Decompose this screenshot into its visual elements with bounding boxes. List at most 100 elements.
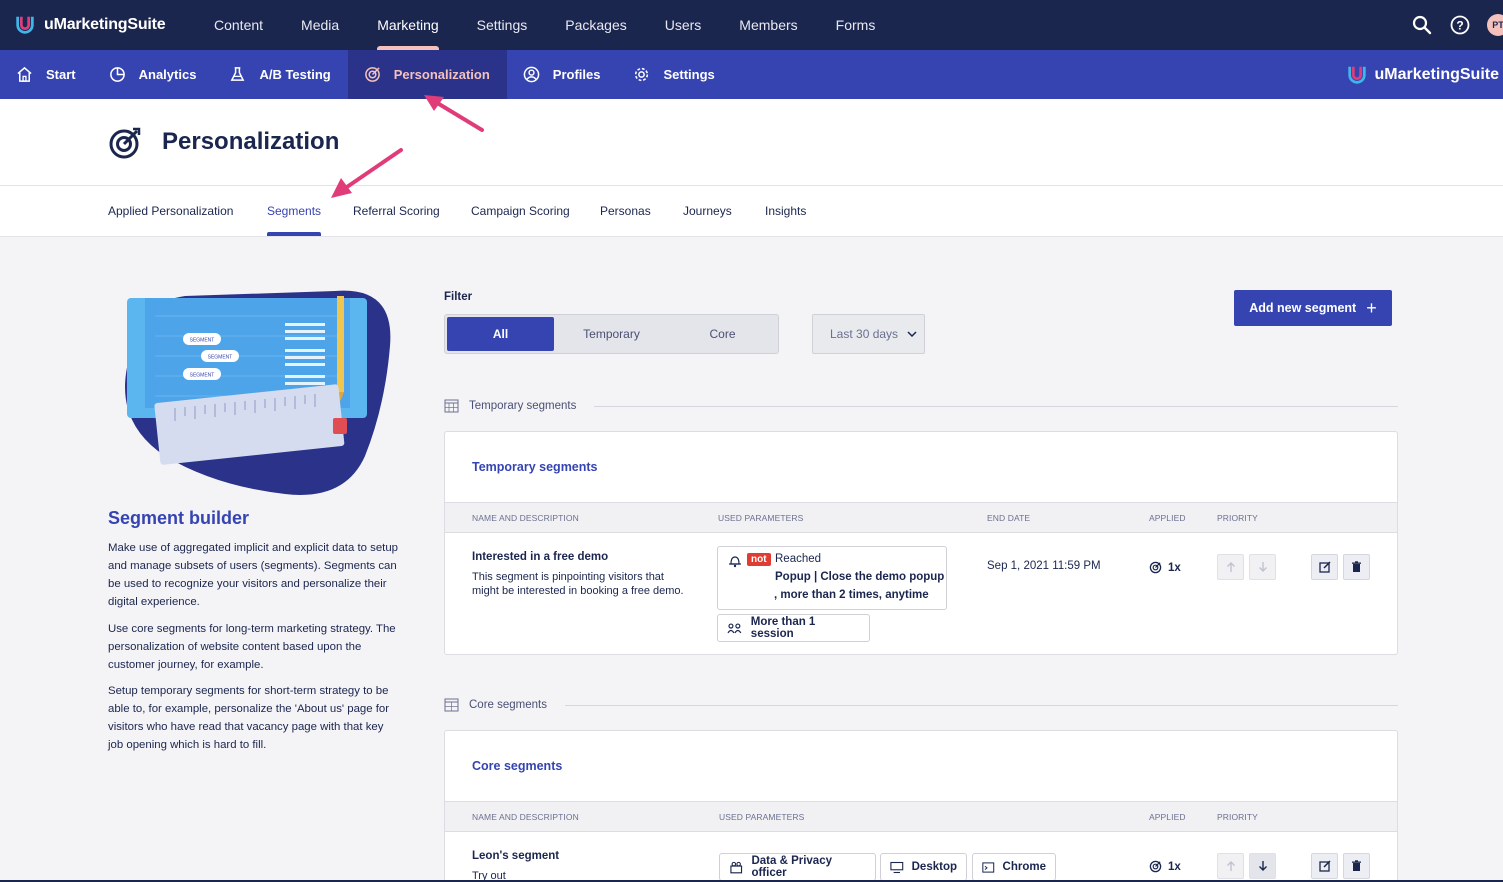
date-range-value: Last 30 days (830, 327, 899, 341)
table-header: NAME AND DESCRIPTION USED PARAMETERS APP… (445, 801, 1397, 832)
param-reached: Reached (775, 553, 822, 565)
browser-icon (982, 861, 995, 873)
parameter-chip-persona: Data & Privacy officer (719, 853, 876, 881)
illus-segment-label: SEGMENT (190, 338, 215, 344)
subnav-start[interactable]: Start (0, 50, 93, 99)
sessions-icon (727, 622, 742, 633)
param-chip-label: Desktop (911, 861, 957, 873)
tab-journeys[interactable]: Journeys (683, 204, 732, 218)
profile-icon (523, 66, 540, 83)
popup-bell-icon (729, 556, 741, 568)
illus-segment-label: SEGMENT (190, 373, 215, 379)
calendar-grid-icon (444, 698, 459, 712)
search-icon[interactable] (1411, 14, 1433, 36)
param-popup: Popup | Close the demo popup (775, 571, 945, 583)
priority-down-button[interactable] (1249, 853, 1276, 879)
priority-down-button[interactable] (1249, 554, 1276, 580)
brand-name: uMarketingSuite (44, 16, 166, 33)
umarketingsuite-logo-icon (1347, 66, 1366, 84)
topnav-media[interactable]: Media (282, 0, 358, 50)
divider-line (564, 704, 1398, 706)
tab-referral-scoring[interactable]: Referral Scoring (353, 204, 440, 218)
topnav-marketing[interactable]: Marketing (358, 0, 457, 50)
plus-icon: + (1366, 297, 1377, 318)
filter-temporary-button[interactable]: Temporary (554, 317, 669, 351)
subnav-analytics-label: Analytics (138, 67, 197, 82)
segment-builder-paragraph: Make use of aggregated implicit and expl… (108, 542, 398, 608)
subnav-analytics[interactable]: Analytics (93, 50, 214, 99)
subnav-ab-testing-label: A/B Testing (259, 67, 331, 82)
help-icon[interactable]: ? (1449, 14, 1471, 36)
filter-all-button[interactable]: All (447, 317, 554, 351)
calendar-grid-icon (444, 399, 459, 413)
personalization-tabs: Applied Personalization Segments Referra… (0, 186, 1503, 237)
topnav-packages[interactable]: Packages (546, 0, 645, 50)
subnav-profiles[interactable]: Profiles (507, 50, 618, 99)
segment-name[interactable]: Leon's segment (472, 850, 559, 862)
header-applied: APPLIED (1149, 513, 1186, 523)
topnav-users[interactable]: Users (646, 0, 721, 50)
not-badge: not (747, 553, 771, 566)
trash-icon (1352, 860, 1361, 871)
header-priority: PRIORITY (1217, 812, 1258, 822)
home-icon (17, 66, 32, 82)
subnav-ab-testing[interactable]: A/B Testing (213, 50, 347, 99)
segment-end-date: Sep 1, 2021 11:59 PM (987, 560, 1101, 572)
target-icon (364, 67, 380, 82)
core-segments-card: Core segments NAME AND DESCRIPTION USED … (444, 730, 1398, 882)
parameter-chip-sessions: More than 1 session (717, 614, 870, 642)
priority-up-button[interactable] (1217, 554, 1244, 580)
edit-icon (1318, 860, 1331, 872)
tab-insights[interactable]: Insights (765, 204, 806, 218)
segment-name[interactable]: Interested in a free demo (472, 551, 608, 563)
segment-builder-paragraph: Setup temporary segments for short-term … (108, 685, 390, 751)
subnav-personalization-label: Personalization (393, 67, 490, 82)
segment-applied: 1x (1149, 561, 1181, 574)
sub-brand-name: uMarketingSuite (1374, 65, 1499, 83)
divider-line (594, 405, 1398, 407)
chevron-down-icon (907, 331, 917, 337)
subnav-settings-label: Settings (663, 67, 715, 82)
param-frequency: , more than 2 times, anytime (774, 589, 929, 601)
illus-segment-label: SEGMENT (208, 355, 233, 361)
edit-segment-button[interactable] (1311, 554, 1338, 580)
subnav-personalization[interactable]: Personalization (347, 50, 507, 99)
arrow-up-icon (1226, 861, 1235, 871)
tab-applied-personalization[interactable]: Applied Personalization (108, 204, 233, 218)
topnav-settings[interactable]: Settings (458, 0, 547, 50)
tab-personas[interactable]: Personas (600, 204, 651, 218)
filter-core-button[interactable]: Core (669, 317, 776, 351)
edit-segment-button[interactable] (1311, 853, 1338, 879)
subnav-settings[interactable]: Settings (617, 50, 731, 99)
header-applied: APPLIED (1149, 812, 1186, 822)
topnav-content[interactable]: Content (195, 0, 282, 50)
header-name: NAME AND DESCRIPTION (472, 513, 579, 523)
topnav-members[interactable]: Members (720, 0, 816, 50)
header-priority: PRIORITY (1217, 513, 1258, 523)
arrow-up-icon (1226, 562, 1235, 572)
avatar[interactable]: PT (1487, 14, 1503, 36)
top-nav: Content Media Marketing Settings Package… (195, 0, 894, 50)
trash-icon (1352, 561, 1361, 572)
subnav-start-label: Start (46, 67, 76, 82)
delete-segment-button[interactable] (1343, 853, 1370, 879)
segment-builder-illustration: SEGMENT SEGMENT SEGMENT (125, 290, 391, 495)
topnav-forms[interactable]: Forms (817, 0, 895, 50)
segment-builder-paragraph: Use core segments for long-term marketin… (108, 623, 396, 671)
delete-segment-button[interactable] (1343, 554, 1370, 580)
segment-builder-title: Segment builder (108, 508, 250, 528)
header-params: USED PARAMETERS (719, 812, 805, 822)
segment-applied: 1x (1149, 860, 1181, 873)
parameter-box: not Reached Popup | Close the demo popup… (717, 546, 947, 610)
temporary-segments-card-title: Temporary segments (472, 460, 598, 474)
flask-icon (231, 67, 245, 81)
top-bar-actions: ? PT (1411, 0, 1503, 50)
date-range-select[interactable]: Last 30 days (812, 314, 925, 354)
table-header: NAME AND DESCRIPTION USED PARAMETERS END… (445, 502, 1397, 533)
tab-campaign-scoring[interactable]: Campaign Scoring (471, 204, 570, 218)
core-segments-divider-label: Core segments (469, 699, 547, 711)
brand[interactable]: uMarketingSuite (0, 14, 195, 36)
add-new-segment-button[interactable]: Add new segment + (1234, 290, 1392, 326)
tab-segments[interactable]: Segments (267, 204, 322, 236)
priority-up-button[interactable] (1217, 853, 1244, 879)
